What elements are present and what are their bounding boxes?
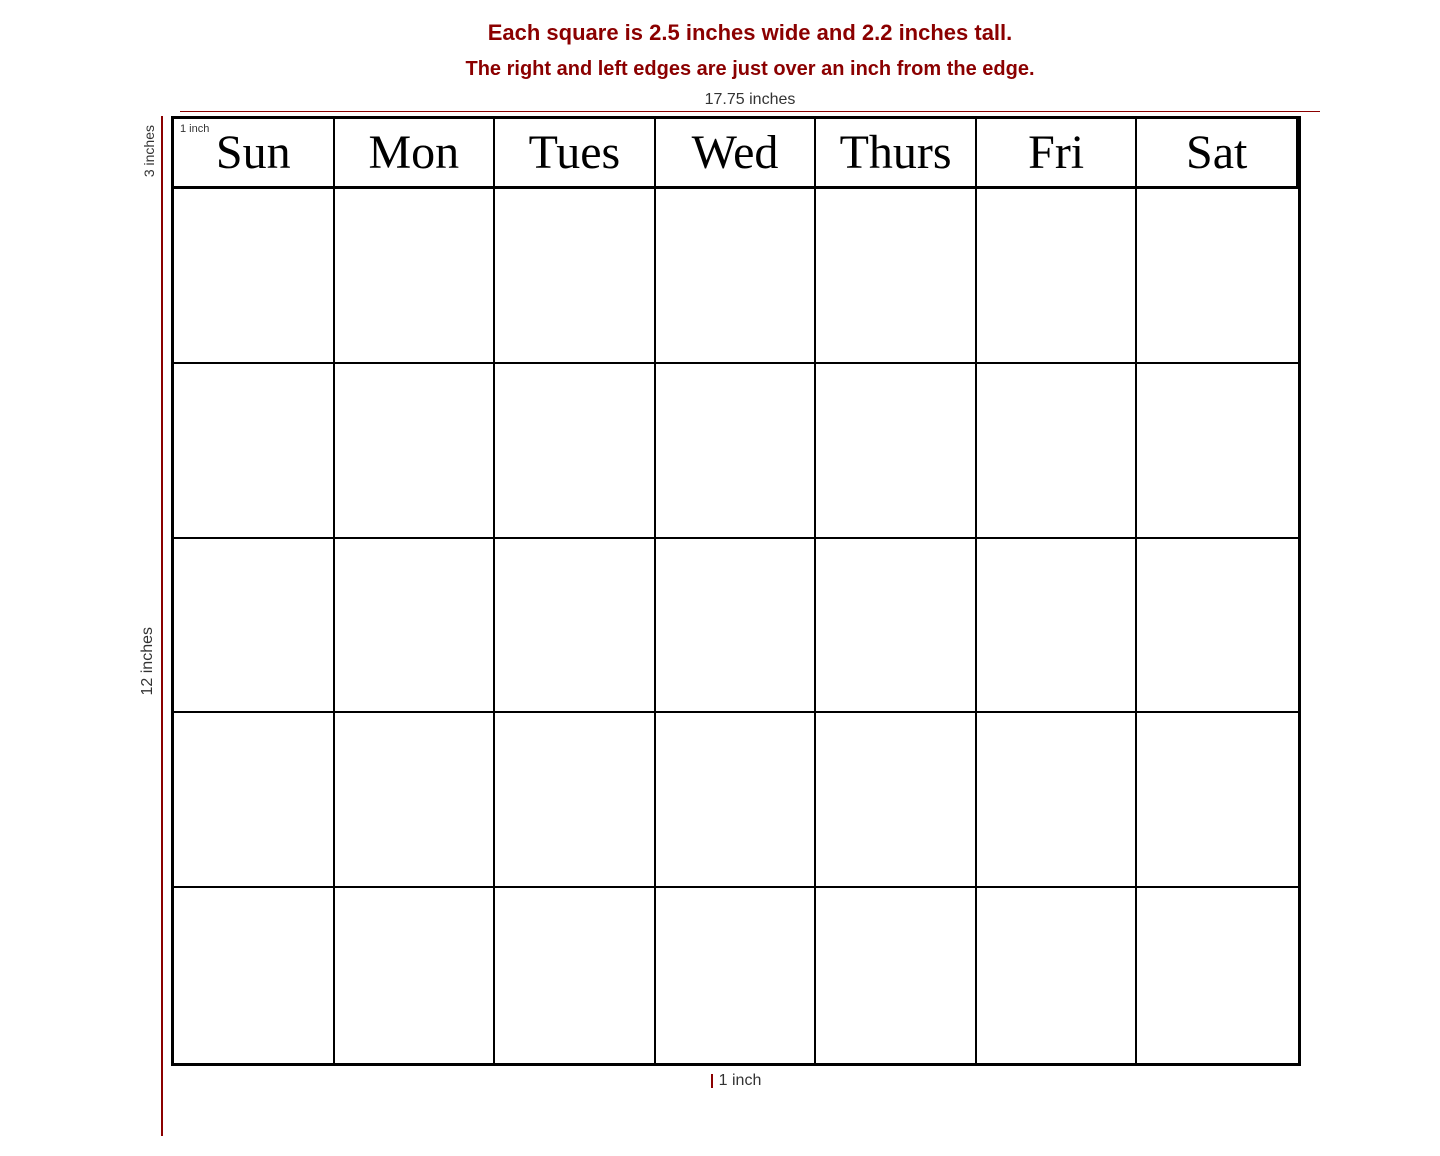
day-label-sat: Sat xyxy=(1186,125,1247,180)
cell-r4-c2 xyxy=(335,713,496,888)
cell-r3-c7 xyxy=(1137,539,1298,714)
cell-r4-c1 xyxy=(174,713,335,888)
cell-r4-c7 xyxy=(1137,713,1298,888)
width-label-container: 17.75 inches xyxy=(120,91,1320,112)
cell-r3-c6 xyxy=(977,539,1138,714)
cell-r5-c5 xyxy=(816,888,977,1063)
cell-r2-c5 xyxy=(816,364,977,539)
header-sun: 1 inch Sun xyxy=(174,119,335,189)
cell-r2-c4 xyxy=(656,364,817,539)
calendar-wrapper: 1 inch Sun Mon Tues Wed Thurs Fri Sat xyxy=(171,116,1301,1090)
cell-r1-c5 xyxy=(816,189,977,364)
12inch-label-area: 12 inches xyxy=(139,186,163,1136)
day-label-wed: Wed xyxy=(692,125,779,180)
header-tues: Tues xyxy=(495,119,656,189)
day-label-thurs: Thurs xyxy=(840,125,952,180)
cell-r2-c7 xyxy=(1137,364,1298,539)
day-label-mon: Mon xyxy=(369,125,460,180)
header-mon: Mon xyxy=(335,119,496,189)
width-line xyxy=(180,111,1320,112)
header-sat: Sat xyxy=(1137,119,1298,189)
bottom-label-area: 1 inch xyxy=(711,1072,762,1090)
day-label-tues: Tues xyxy=(529,125,621,180)
cell-r2-c6 xyxy=(977,364,1138,539)
cell-r5-c3 xyxy=(495,888,656,1063)
main-red-line xyxy=(161,186,163,1136)
cell-r1-c2 xyxy=(335,189,496,364)
square-size-info: Each square is 2.5 inches wide and 2.2 i… xyxy=(466,20,1035,46)
main-area: 3 inches 12 inches 1 inch Sun Mon Tues W… xyxy=(139,116,1301,1136)
12inch-label: 12 inches xyxy=(139,627,157,696)
cell-r4-c4 xyxy=(656,713,817,888)
header-wed: Wed xyxy=(656,119,817,189)
header-thurs: Thurs xyxy=(816,119,977,189)
cell-r3-c1 xyxy=(174,539,335,714)
day-label-fri: Fri xyxy=(1028,125,1084,180)
cell-r1-c7 xyxy=(1137,189,1298,364)
cell-r4-c6 xyxy=(977,713,1138,888)
header-fri: Fri xyxy=(977,119,1138,189)
cell-r1-c6 xyxy=(977,189,1138,364)
3inch-label-area: 3 inches xyxy=(141,116,163,186)
cell-r5-c1 xyxy=(174,888,335,1063)
3inch-label: 3 inches xyxy=(141,125,157,177)
day-label-sun: Sun xyxy=(216,125,291,180)
cell-r2-c1 xyxy=(174,364,335,539)
cell-r3-c3 xyxy=(495,539,656,714)
bottom-inch-label: 1 inch xyxy=(719,1072,762,1090)
cell-r3-c4 xyxy=(656,539,817,714)
cell-r5-c6 xyxy=(977,888,1138,1063)
edge-info: The right and left edges are just over a… xyxy=(466,58,1035,81)
inch-note: 1 inch xyxy=(180,123,209,135)
cell-r5-c7 xyxy=(1137,888,1298,1063)
calendar-grid: 1 inch Sun Mon Tues Wed Thurs Fri Sat xyxy=(171,116,1301,1066)
cell-r5-c4 xyxy=(656,888,817,1063)
cell-r1-c4 xyxy=(656,189,817,364)
width-label: 17.75 inches xyxy=(705,91,796,109)
bottom-tick-line xyxy=(711,1074,713,1088)
cell-r5-c2 xyxy=(335,888,496,1063)
cell-r3-c2 xyxy=(335,539,496,714)
cell-r2-c2 xyxy=(335,364,496,539)
cell-r1-c1 xyxy=(174,189,335,364)
cell-r4-c3 xyxy=(495,713,656,888)
bottom-line-indicator: 1 inch xyxy=(711,1072,762,1090)
cell-r3-c5 xyxy=(816,539,977,714)
left-labels: 3 inches 12 inches xyxy=(139,116,163,1136)
cell-r1-c3 xyxy=(495,189,656,364)
cell-r4-c5 xyxy=(816,713,977,888)
top-info-block: Each square is 2.5 inches wide and 2.2 i… xyxy=(406,20,1035,81)
top-red-line xyxy=(161,116,163,186)
cell-r2-c3 xyxy=(495,364,656,539)
